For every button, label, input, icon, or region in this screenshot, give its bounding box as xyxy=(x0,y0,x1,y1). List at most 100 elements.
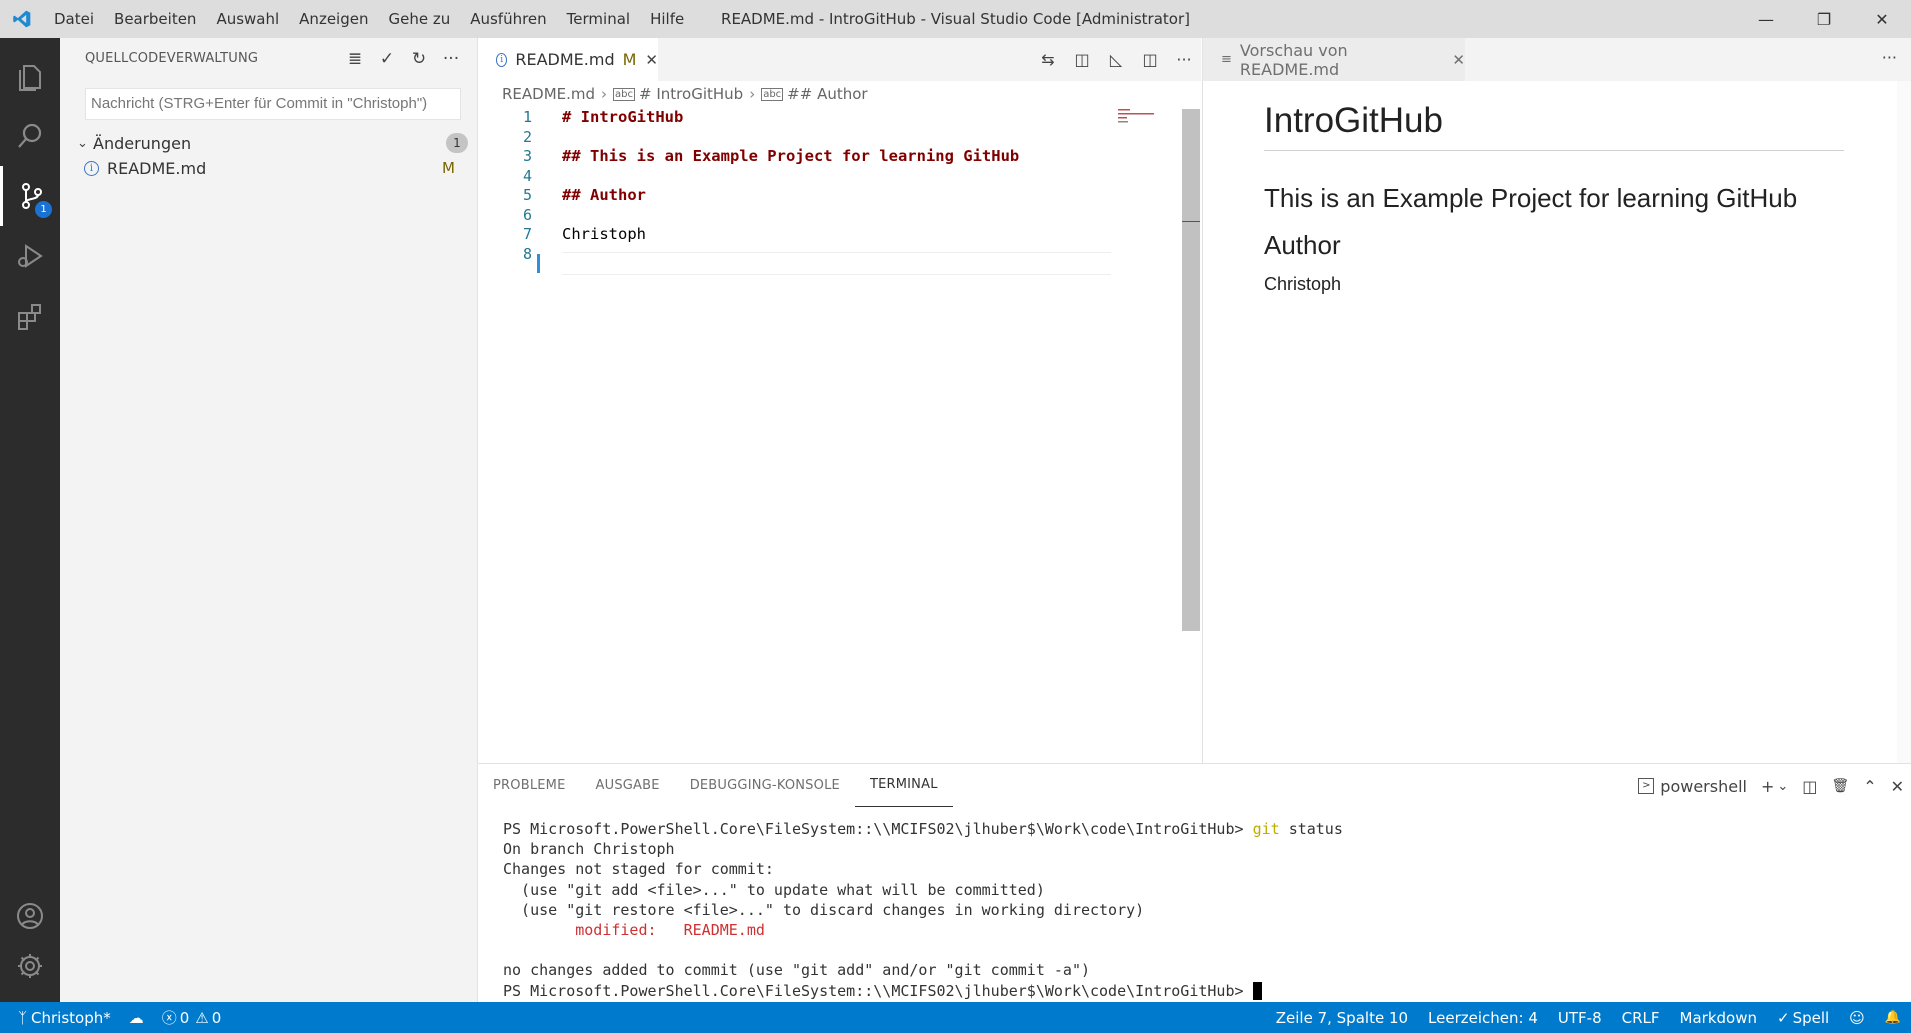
tab-problems[interactable]: PROBLEME xyxy=(478,764,581,808)
error-icon: ⓧ xyxy=(161,1009,177,1027)
menu-bar: Datei Bearbeiten Auswahl Anzeigen Gehe z… xyxy=(44,0,694,38)
changes-group-header[interactable]: ⌄ Änderungen 1 xyxy=(77,130,470,156)
refresh-icon[interactable]: ↻ xyxy=(403,46,435,72)
breadcrumb-symbol-1[interactable]: # IntroGitHub xyxy=(639,85,743,103)
split-terminal-icon[interactable]: ◫ xyxy=(1802,777,1817,796)
line-number: 2 xyxy=(522,128,532,146)
terminal-icon: > xyxy=(1638,778,1655,794)
changed-file-name: README.md xyxy=(107,159,207,178)
problems-indicator[interactable]: ⓧ 0 ⚠ 0 xyxy=(162,1007,222,1028)
status-bar: ᛉ Christoph* ☁ ⓧ 0 ⚠ 0 Zeile 7, Spalte 10 Le… xyxy=(0,1002,1911,1033)
end-of-line[interactable]: CRLF xyxy=(1622,1009,1660,1027)
symbol-string-icon: abc xyxy=(761,87,784,101)
changes-count-badge: 1 xyxy=(446,133,468,153)
close-tab-icon[interactable]: ✕ xyxy=(645,51,658,69)
more-actions-icon[interactable]: ··· xyxy=(435,46,467,72)
commit-message-input[interactable]: Nachricht (STRG+Enter für Commit in "Chr… xyxy=(85,88,461,120)
feedback-icon[interactable]: ☺ xyxy=(1849,1009,1865,1027)
run-debug-icon[interactable] xyxy=(0,226,60,286)
cursor-position[interactable]: Zeile 7, Spalte 10 xyxy=(1276,1009,1408,1027)
heading-rule xyxy=(1264,150,1844,151)
tab-preview[interactable]: ≡ Vorschau von README.md ✕ xyxy=(1203,38,1465,81)
menu-bearbeiten[interactable]: Bearbeiten xyxy=(104,0,206,38)
tab-readme[interactable]: i README.md M ✕ xyxy=(478,38,658,81)
markdown-preview: IntroGitHub This is an Example Project f… xyxy=(1202,81,1911,763)
line-number: 6 xyxy=(522,206,532,224)
close-panel-icon[interactable]: ✕ xyxy=(1891,777,1904,796)
notifications-bell-icon[interactable]: 🔔 xyxy=(1885,1010,1901,1025)
chevron-right-icon: › xyxy=(601,85,608,103)
tab-output[interactable]: AUSGABE xyxy=(581,764,675,808)
info-icon: i xyxy=(496,52,508,67)
sidebar-title: QUELLCODEVERWALTUNG xyxy=(85,51,259,66)
preview-scrollbar[interactable] xyxy=(1897,81,1911,763)
breadcrumb-file[interactable]: README.md xyxy=(502,85,595,103)
code-line: ## This is an Example Project for learni… xyxy=(562,147,1020,165)
editor-more-icon[interactable]: ··· xyxy=(1167,50,1201,69)
restore-button[interactable]: ❐ xyxy=(1795,0,1853,38)
close-tab-icon[interactable]: ✕ xyxy=(1452,51,1465,69)
line-number: 3 xyxy=(522,147,532,165)
line-number: 7 xyxy=(522,225,532,243)
terminal-line: Changes not staged for commit: xyxy=(503,860,774,879)
terminal-line: (use "git add <file>..." to update what … xyxy=(503,880,1045,899)
chevron-down-icon[interactable]: ⌄ xyxy=(1777,779,1788,794)
preview-more-icon[interactable]: ··· xyxy=(1882,48,1897,67)
breadcrumb: README.md › abc # IntroGitHub › abc ## A… xyxy=(478,81,1201,107)
shell-name: powershell xyxy=(1660,776,1747,796)
tab-terminal[interactable]: TERMINAL xyxy=(854,764,953,807)
menu-datei[interactable]: Datei xyxy=(44,0,104,38)
terminal-line: no changes added to commit (use "git add… xyxy=(503,961,1090,980)
menu-ausfuehren[interactable]: Ausführen xyxy=(460,0,556,38)
sync-icon[interactable]: ☁ xyxy=(129,1009,144,1027)
tab-debug-console[interactable]: DEBUGGING-KONSOLE xyxy=(675,764,855,808)
menu-hilfe[interactable]: Hilfe xyxy=(640,0,694,38)
terminal-output[interactable]: PS Microsoft.PowerShell.Core\FileSystem:… xyxy=(503,819,1343,1001)
indentation[interactable]: Leerzeichen: 4 xyxy=(1428,1009,1538,1027)
manage-gear-icon[interactable] xyxy=(0,936,60,996)
scrollbar-marker xyxy=(1182,221,1200,222)
changed-file-item[interactable]: i README.md M xyxy=(60,156,477,182)
terminal-line: (use "git restore <file>..." to discard … xyxy=(503,900,1145,919)
menu-anzeigen[interactable]: Anzeigen xyxy=(289,0,378,38)
explorer-icon[interactable] xyxy=(0,46,60,106)
open-changes-icon[interactable]: ⇆ xyxy=(1031,50,1065,69)
commit-check-icon[interactable]: ✓ xyxy=(371,46,403,72)
extensions-icon[interactable] xyxy=(0,286,60,346)
warning-icon: ⚠ xyxy=(195,1009,209,1027)
terminal-selector[interactable]: > powershell xyxy=(1638,777,1747,796)
split-editor-icon[interactable]: ◫ xyxy=(1133,50,1167,69)
kill-terminal-icon[interactable]: 🗑 xyxy=(1831,778,1849,794)
terminal-cmd-git: git xyxy=(1252,820,1280,838)
check-icon: ✓ xyxy=(1776,1008,1790,1027)
breadcrumb-symbol-2[interactable]: ## Author xyxy=(787,85,867,103)
new-terminal-icon[interactable]: + xyxy=(1761,777,1774,796)
language-mode[interactable]: Markdown xyxy=(1680,1009,1757,1027)
minimap[interactable] xyxy=(1116,107,1160,147)
activity-bar: 1 xyxy=(0,38,60,1002)
terminal-line: On branch Christoph xyxy=(503,840,675,859)
maximize-panel-icon[interactable]: ⌃ xyxy=(1863,777,1876,796)
modified-line-gutter xyxy=(537,254,540,273)
menu-terminal[interactable]: Terminal xyxy=(557,0,640,38)
minimize-button[interactable]: — xyxy=(1737,0,1795,38)
menu-auswahl[interactable]: Auswahl xyxy=(206,0,289,38)
terminal-prompt: PS Microsoft.PowerShell.Core\FileSystem:… xyxy=(503,820,1244,838)
git-branch-icon: ᛉ xyxy=(18,1008,28,1027)
window-title: README.md - IntroGitHub - Visual Studio … xyxy=(721,10,1190,28)
open-preview-icon[interactable]: ◫ xyxy=(1065,50,1099,69)
terminal-cmd-args: status xyxy=(1288,820,1343,838)
close-window-button[interactable]: ✕ xyxy=(1853,0,1911,38)
editor-scrollbar[interactable] xyxy=(1182,109,1200,631)
spell-check[interactable]: ✓ Spell xyxy=(1777,1009,1829,1027)
toggle-icon[interactable]: ◺ xyxy=(1099,50,1133,69)
view-as-list-icon[interactable]: ≣ xyxy=(339,46,371,72)
code-editor[interactable]: 1 # IntroGitHub 2 3 ## This is an Exampl… xyxy=(478,107,1201,763)
encoding[interactable]: UTF-8 xyxy=(1558,1009,1602,1027)
chevron-right-icon: › xyxy=(749,85,756,103)
menu-gehe-zu[interactable]: Gehe zu xyxy=(378,0,460,38)
line-number: 4 xyxy=(522,167,532,185)
branch-indicator[interactable]: ᛉ Christoph* xyxy=(18,1009,111,1027)
source-control-icon[interactable]: 1 xyxy=(0,166,60,226)
search-icon[interactable] xyxy=(0,106,60,166)
